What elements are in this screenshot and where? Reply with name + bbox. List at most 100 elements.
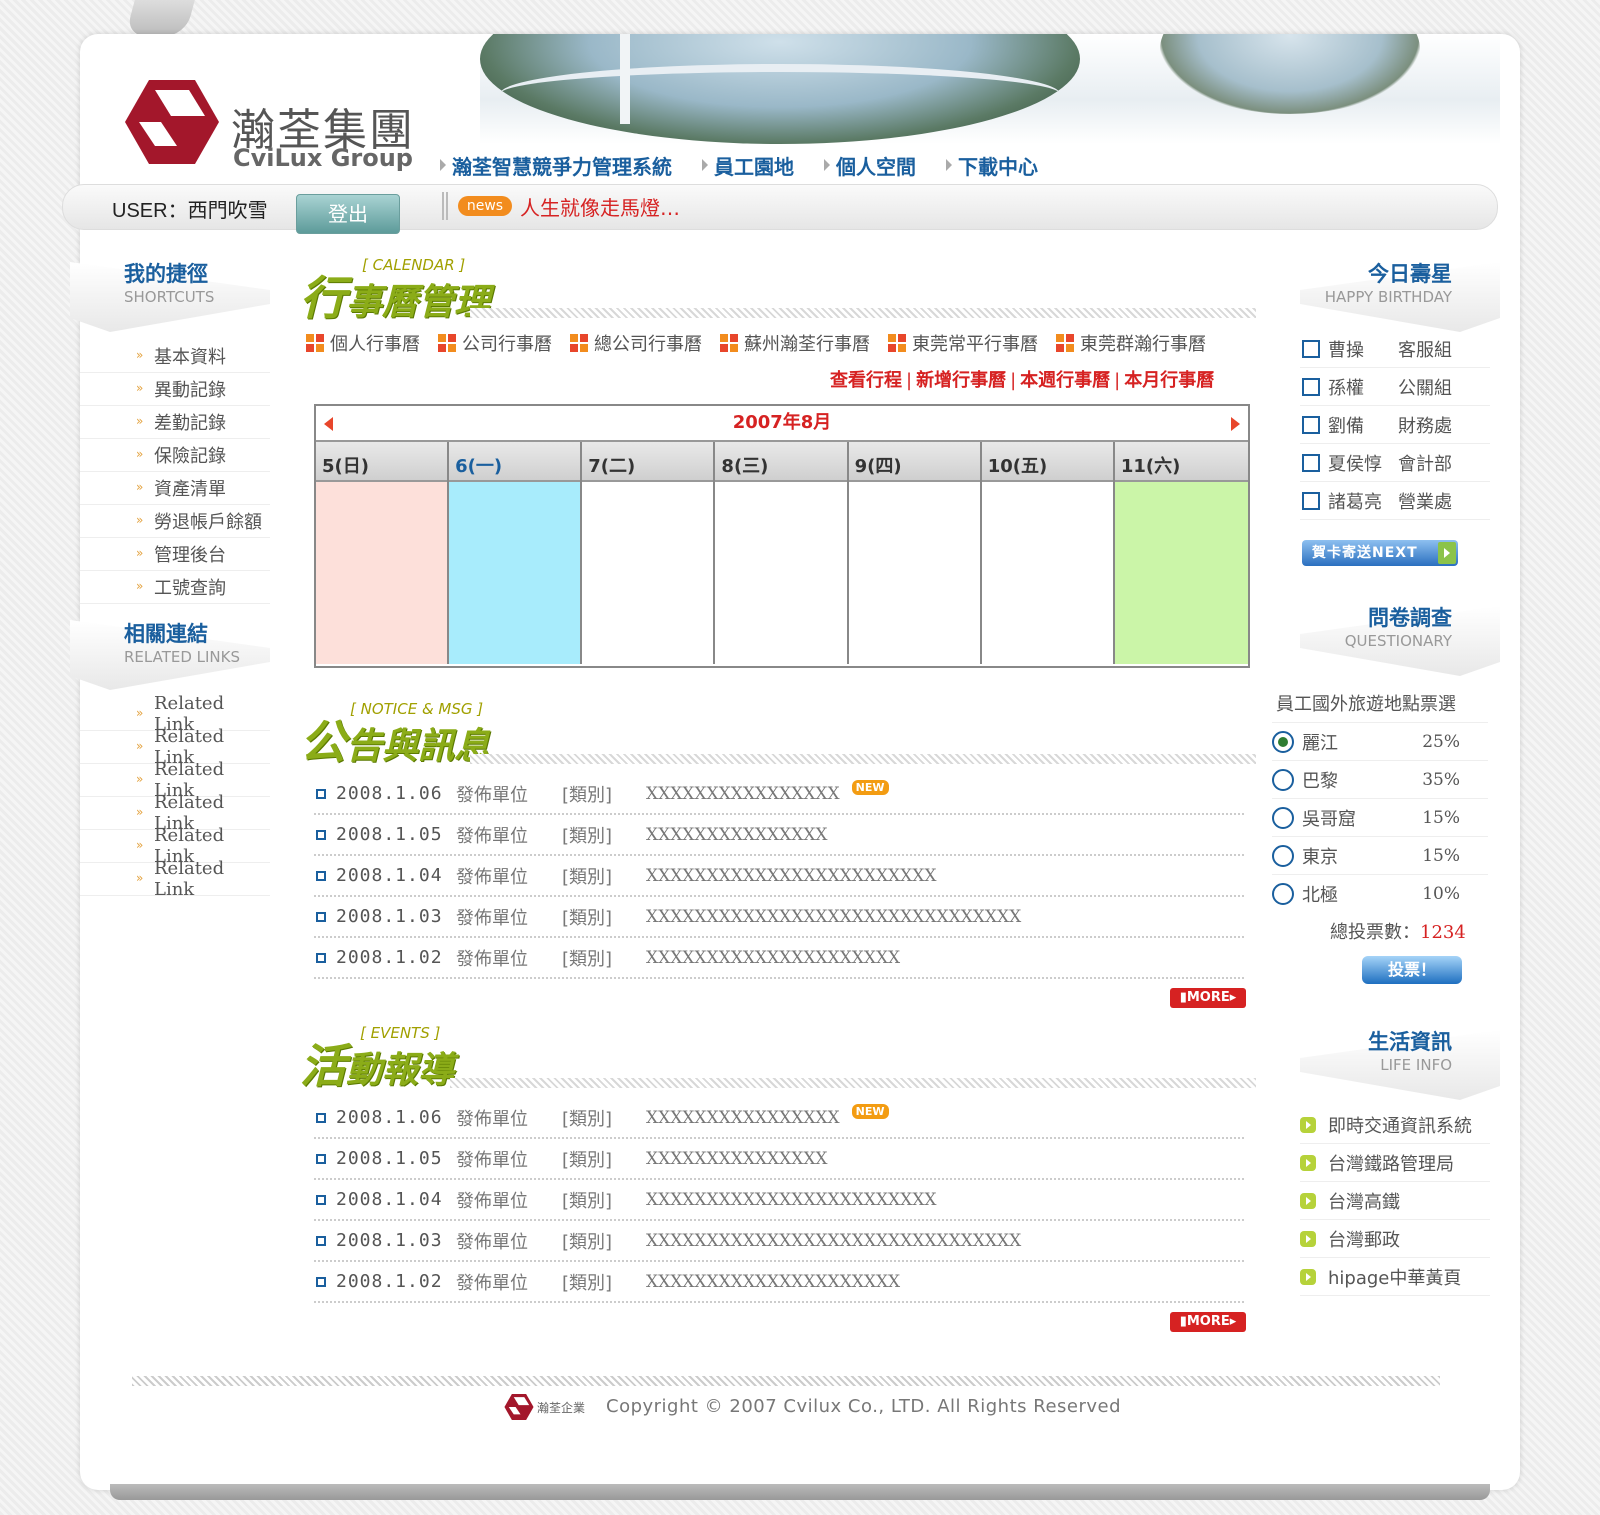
tab-suzhou-calendar[interactable]: 蘇州瀚荃行事曆 (720, 330, 870, 356)
tab-company-calendar[interactable]: 公司行事曆 (438, 330, 552, 356)
birthday-checkbox[interactable] (1302, 377, 1320, 396)
item-subject[interactable]: XXXXXXXXXXXXXXXX (646, 1108, 840, 1128)
calendar-day-cell[interactable] (582, 482, 714, 664)
logout-button[interactable]: 登出 (296, 194, 400, 234)
week-calendar-link[interactable]: 本週行事曆 (1020, 370, 1110, 391)
item-subject[interactable]: XXXXXXXXXXXXXXXXXXXXX (646, 948, 900, 968)
bullet-icon (316, 952, 326, 963)
life-subtitle: LIFE INFO (1380, 1056, 1452, 1074)
news-ticker[interactable]: 人生就像走馬燈… (520, 192, 680, 221)
list-item[interactable]: 2008.1.03 發佈單位 [類別] XXXXXXXXXXXXXXXXXXXXXXX… (314, 1221, 1244, 1262)
user-bar (62, 184, 1498, 230)
item-subject[interactable]: XXXXXXXXXXXXXXXXXXXXXXXXXXXXXXX (646, 1231, 1021, 1251)
nav-item-system[interactable]: 瀚荃智慧競爭力管理系統 (440, 150, 672, 180)
survey-option-percent: 10% (1422, 883, 1460, 904)
nav-item-personal[interactable]: 個人空間 (824, 150, 916, 180)
related-link[interactable]: » Related Link (80, 858, 270, 900)
birthday-checkbox[interactable] (1302, 339, 1320, 358)
life-info-link[interactable]: 即時交通資訊系統 (1300, 1106, 1490, 1144)
list-item[interactable]: 2008.1.03 發佈單位 [類別] XXXXXXXXXXXXXXXXXXXXXXX… (314, 897, 1244, 938)
shortcut-item[interactable]: » 資產清單 (80, 472, 270, 505)
survey-option[interactable]: 吳哥窟 15% (1272, 798, 1488, 836)
calendar-day-cell[interactable] (1114, 482, 1248, 664)
arrow-right-icon (1300, 1154, 1316, 1171)
send-card-button[interactable]: 賀卡寄送NEXT (1302, 540, 1458, 566)
item-date: 2008.1.06 (336, 1107, 443, 1128)
view-schedule-link[interactable]: 查看行程 (830, 370, 902, 391)
calendar-actions: 查看行程 | 新增行事曆 | 本週行事曆 | 本月行事曆 (830, 370, 1215, 391)
shortcut-item[interactable]: » 差勤記錄 (80, 406, 270, 439)
item-date: 2008.1.04 (336, 1189, 443, 1210)
item-subject[interactable]: XXXXXXXXXXXXXXXXXXXXXXXX (646, 866, 936, 886)
item-subject[interactable]: XXXXXXXXXXXXXXX (646, 825, 828, 845)
item-subject[interactable]: XXXXXXXXXXXXXXX (646, 1149, 828, 1169)
calendar-day-cell[interactable] (715, 482, 847, 664)
tab-hq-calendar[interactable]: 總公司行事曆 (570, 330, 702, 356)
add-calendar-link[interactable]: 新增行事曆 (916, 370, 1006, 391)
birthday-checkbox[interactable] (1302, 415, 1320, 434)
calendar-day-column: 6(一) (449, 442, 583, 664)
item-date: 2008.1.05 (336, 824, 443, 845)
nav-item-download[interactable]: 下載中心 (946, 150, 1038, 180)
survey-option-label: 東京 (1302, 846, 1338, 868)
birthday-dept: 客服組 (1398, 339, 1452, 361)
list-item[interactable]: 2008.1.05 發佈單位 [類別] XXXXXXXXXXXXXXX (314, 1139, 1244, 1180)
list-item[interactable]: 2008.1.02 發佈單位 [類別] XXXXXXXXXXXXXXXXXXXXX (314, 1262, 1244, 1303)
calendar-day-column: 8(三) (715, 442, 849, 664)
survey-radio[interactable] (1272, 806, 1294, 829)
item-subject[interactable]: XXXXXXXXXXXXXXXXXXXXXXXX (646, 1190, 936, 1210)
life-info-link[interactable]: 台灣高鐵 (1300, 1182, 1490, 1220)
chevron-right-icon: » (136, 480, 144, 494)
birthday-checkbox[interactable] (1302, 491, 1320, 510)
tab-changping-calendar[interactable]: 東莞常平行事曆 (888, 330, 1038, 356)
tab-personal-calendar[interactable]: 個人行事曆 (306, 330, 420, 356)
life-info-link[interactable]: 台灣鐵路管理局 (1300, 1144, 1490, 1182)
survey-radio[interactable] (1272, 882, 1294, 905)
brand-logo[interactable]: 瀚荃集團 CviLux Group (125, 80, 425, 180)
shortcut-item[interactable]: » 管理後台 (80, 538, 270, 571)
notice-more-button[interactable]: ▮MORE▸ (1170, 988, 1246, 1008)
survey-option[interactable]: 東京 15% (1272, 836, 1488, 874)
vote-button[interactable]: 投票！ (1362, 956, 1462, 984)
survey-radio[interactable] (1272, 730, 1294, 753)
new-badge: NEW (851, 780, 889, 795)
survey-radio[interactable] (1272, 844, 1294, 867)
item-subject[interactable]: XXXXXXXXXXXXXXXX (646, 784, 840, 804)
events-more-button[interactable]: ▮MORE▸ (1170, 1312, 1246, 1332)
shortcut-item[interactable]: » 工號查詢 (80, 571, 270, 604)
chevron-right-icon: » (136, 739, 144, 753)
life-info-link[interactable]: 台灣郵政 (1300, 1220, 1490, 1258)
survey-option[interactable]: 巴黎 35% (1272, 760, 1488, 798)
calendar-day-cell[interactable] (981, 482, 1113, 664)
next-arrow-icon[interactable] (1231, 417, 1240, 431)
list-item[interactable]: 2008.1.06 發佈單位 [類別] XXXXXXXXXXXXXXXX NEW (314, 1098, 1244, 1139)
calendar-day-cell[interactable] (848, 482, 980, 664)
item-subject[interactable]: XXXXXXXXXXXXXXXXXXXXX (646, 1272, 900, 1292)
list-item[interactable]: 2008.1.02 發佈單位 [類別] XXXXXXXXXXXXXXXXXXXXX (314, 938, 1244, 979)
list-item[interactable]: 2008.1.05 發佈單位 [類別] XXXXXXXXXXXXXXX (314, 815, 1244, 856)
shortcut-item[interactable]: » 保險記錄 (80, 439, 270, 472)
list-item[interactable]: 2008.1.06 發佈單位 [類別] XXXXXXXXXXXXXXXX NEW (314, 774, 1244, 815)
calendar-day-cell[interactable] (449, 482, 581, 664)
footer-logo: 瀚荃企業 (504, 1394, 585, 1420)
prev-arrow-icon[interactable] (324, 417, 333, 431)
item-category: [類別] (562, 866, 613, 888)
list-item[interactable]: 2008.1.04 發佈單位 [類別] XXXXXXXXXXXXXXXXXXXXXXX… (314, 856, 1244, 897)
item-subject[interactable]: XXXXXXXXXXXXXXXXXXXXXXXXXXXXXXX (646, 907, 1021, 927)
shortcut-item[interactable]: » 基本資料 (80, 340, 270, 373)
shortcut-item[interactable]: » 勞退帳戶餘額 (80, 505, 270, 538)
survey-radio[interactable] (1272, 768, 1294, 791)
life-info-link[interactable]: hipage中華黃頁 (1300, 1258, 1490, 1296)
header-banner-image (480, 34, 1500, 144)
month-calendar-link[interactable]: 本月行事曆 (1124, 370, 1214, 391)
birthday-checkbox[interactable] (1302, 453, 1320, 472)
survey-option[interactable]: 麗江 25% (1272, 722, 1488, 760)
calendar-day-cell[interactable] (316, 482, 448, 664)
shortcut-item[interactable]: » 異動記錄 (80, 373, 270, 406)
nav-item-employee[interactable]: 員工園地 (702, 150, 794, 180)
survey-option[interactable]: 北極 10% (1272, 874, 1488, 912)
list-item[interactable]: 2008.1.04 發佈單位 [類別] XXXXXXXXXXXXXXXXXXXXXXX… (314, 1180, 1244, 1221)
life-header: 生活資訊 LIFE INFO (1300, 1026, 1452, 1074)
user-label: USER： (112, 200, 188, 222)
tab-qunhan-calendar[interactable]: 東莞群瀚行事曆 (1056, 330, 1206, 356)
